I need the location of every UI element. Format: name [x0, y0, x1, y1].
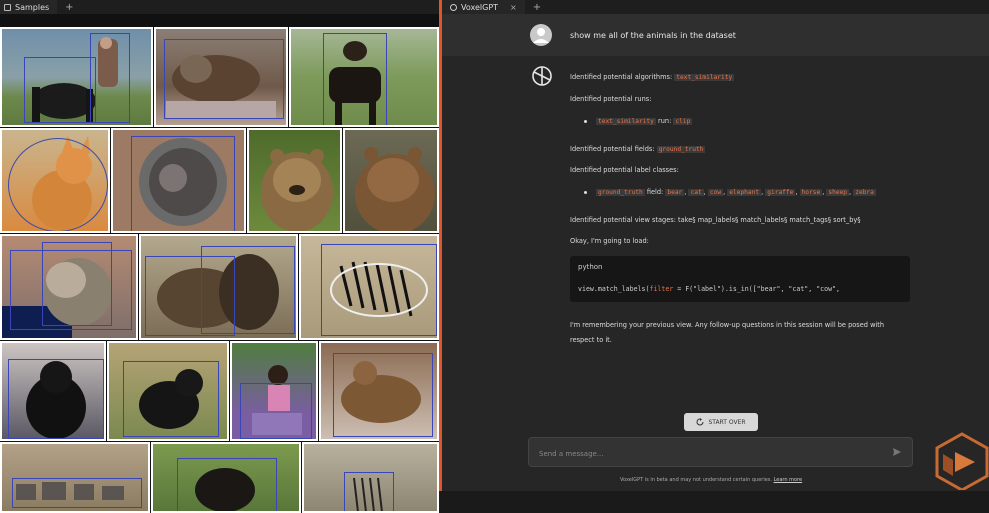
send-icon[interactable] — [892, 447, 902, 457]
algorithm-code: text_similarity — [674, 74, 735, 81]
algorithms-line: Identified potential algorithms: text_si… — [570, 73, 735, 81]
voxelgpt-panel: VoxelGPT × + show me all of the animals … — [442, 0, 989, 491]
sample-tile[interactable] — [0, 442, 150, 513]
sample-tile[interactable] — [0, 341, 106, 441]
fields-line: Identified potential fields: ground_trut… — [570, 145, 706, 153]
voxelgpt-tab-icon — [450, 3, 457, 11]
add-panel-icon[interactable]: + — [525, 2, 549, 13]
sample-grid — [0, 22, 439, 513]
runs-item: text_similarity run: clip — [596, 117, 693, 125]
sample-tile[interactable] — [319, 341, 439, 441]
bullet-icon — [584, 191, 587, 194]
tab-samples[interactable]: Samples — [0, 0, 58, 14]
bbox — [8, 359, 104, 439]
code-line: view.match_labels(filter = F("label").is… — [578, 285, 841, 293]
classes-label: Identified potential label classes: — [570, 166, 679, 174]
remember-line-1: I'm remembering your previous view. Any … — [570, 321, 885, 329]
user-message: show me all of the animals in the datase… — [570, 31, 736, 40]
add-panel-icon[interactable]: + — [57, 2, 81, 13]
sample-tile[interactable] — [111, 128, 246, 233]
code-language: python — [578, 263, 603, 271]
sample-tile[interactable] — [107, 341, 229, 441]
start-over-button[interactable]: START OVER — [684, 413, 758, 431]
bbox — [344, 472, 394, 511]
message-input-box — [528, 437, 913, 467]
remember-line-2: respect to it. — [570, 336, 612, 344]
start-over-label: START OVER — [708, 418, 746, 426]
learn-more-link[interactable]: Learn more — [774, 477, 803, 483]
bbox — [24, 57, 96, 123]
grid-icon — [4, 3, 11, 11]
code-block: python view.match_labels(filter = F("lab… — [570, 256, 910, 302]
bear-image — [261, 149, 333, 231]
tab-samples-label: Samples — [15, 2, 50, 12]
voxelgpt-tabbar: VoxelGPT × + — [442, 0, 989, 14]
bbox — [42, 242, 112, 326]
sample-tile[interactable] — [302, 442, 439, 513]
sample-tile[interactable] — [139, 234, 298, 340]
bbox — [323, 33, 387, 125]
bbox — [12, 478, 142, 508]
bear-image — [355, 147, 435, 231]
message-input[interactable] — [537, 447, 871, 461]
bbox — [240, 383, 312, 439]
bullet-icon — [584, 120, 587, 123]
bbox — [164, 39, 284, 119]
brand-logo-icon — [935, 432, 989, 490]
bbox — [90, 33, 130, 123]
view-stages-line: Identified potential view stages: take§ … — [570, 216, 861, 224]
samples-tabbar: Samples + — [0, 0, 439, 14]
refresh-icon — [696, 418, 704, 426]
sample-tile[interactable] — [289, 27, 439, 127]
assistant-logo-icon — [530, 64, 554, 92]
tab-voxelgpt[interactable]: VoxelGPT × — [442, 0, 525, 14]
tab-voxelgpt-label: VoxelGPT — [461, 2, 499, 12]
runs-label: Identified potential runs: — [570, 95, 652, 103]
beta-footnote: VoxelGPT is in beta and may not understa… — [620, 477, 803, 483]
user-avatar-icon — [530, 24, 552, 46]
sample-tile[interactable] — [299, 234, 439, 340]
samples-panel: Samples + — [0, 0, 439, 513]
bbox — [321, 244, 437, 336]
bbox — [8, 138, 108, 231]
sample-tile[interactable] — [154, 27, 288, 127]
bbox — [177, 458, 277, 511]
sample-tile[interactable] — [247, 128, 342, 233]
user-message-row: show me all of the animals in the datase… — [442, 14, 989, 56]
sample-tile[interactable] — [0, 128, 110, 233]
sample-tile[interactable] — [0, 27, 153, 127]
sample-tile[interactable] — [0, 234, 138, 340]
bbox — [123, 361, 219, 437]
sample-tile[interactable] — [151, 442, 301, 513]
sample-tile[interactable] — [343, 128, 439, 233]
bbox — [333, 353, 433, 437]
close-tab-icon[interactable]: × — [510, 3, 517, 12]
loading-line: Okay, I'm going to load: — [570, 237, 649, 245]
bbox — [201, 246, 295, 334]
classes-item: ground_truth field: bear, cat, cow, elep… — [596, 188, 876, 196]
bbox — [131, 136, 235, 231]
sample-tile[interactable] — [230, 341, 318, 441]
